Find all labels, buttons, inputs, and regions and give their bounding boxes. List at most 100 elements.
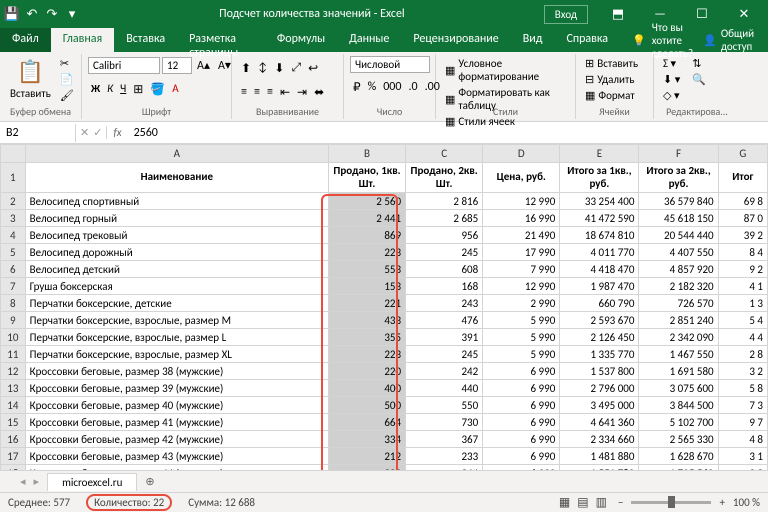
tab-layout[interactable]: Разметка страницы [177,28,265,52]
col-header[interactable]: C [406,145,483,163]
align-bottom[interactable]: ⬇ [271,59,287,78]
tab-view[interactable]: Вид [511,28,555,52]
cell[interactable]: 3 844 500 [639,397,718,414]
cell[interactable]: 2 593 670 [560,312,639,329]
tab-formulas[interactable]: Формулы [265,28,337,52]
ribbon-options-icon[interactable]: ⬒ [598,0,638,28]
cell[interactable]: 3 2 [718,363,767,380]
cell[interactable]: 4 011 770 [560,244,639,261]
cell[interactable]: Велосипед детский [25,261,328,278]
cell[interactable]: 9 2 [718,261,767,278]
comma[interactable]: 000 [380,78,404,97]
tab-file[interactable]: Файл [0,28,51,52]
row-header[interactable]: 11 [1,346,26,363]
underline-button[interactable]: Ч [117,80,129,99]
cell[interactable]: Кроссовки беговые, размер 42 (мужские) [25,431,328,448]
row-header[interactable]: 4 [1,227,26,244]
header-cell[interactable]: Итого за 1кв., руб. [560,163,639,193]
login-button[interactable]: Вход [544,5,588,24]
indent-dec[interactable]: ⇤ [277,83,293,102]
currency[interactable]: ₽ [350,78,364,97]
insert-cell-button[interactable]: ⊞ Вставить [582,56,641,71]
cell[interactable]: 153 [328,278,405,295]
sort-filter-button[interactable]: ⇅ [689,56,709,71]
cell[interactable]: 1 691 580 [639,363,718,380]
cell[interactable]: 726 570 [639,295,718,312]
header-cell[interactable]: Итог [718,163,767,193]
name-box[interactable]: B2 [0,124,76,142]
cell[interactable]: 1 628 670 [639,448,718,465]
header-cell[interactable]: Цена, руб. [483,163,560,193]
cell[interactable]: 1 551 780 [560,465,639,471]
col-header[interactable]: G [718,145,767,163]
cell[interactable]: Груша боксерская [25,278,328,295]
cell[interactable]: 6 990 [483,380,560,397]
inc-dec[interactable]: .0 [405,78,420,97]
cell[interactable]: 4 4 [718,329,767,346]
col-header[interactable]: E [560,145,639,163]
font-color-button[interactable]: A [169,80,181,99]
cell[interactable]: 664 [328,414,405,431]
undo-icon[interactable]: ↶ [24,6,40,22]
qat-more-icon[interactable]: ▾ [64,6,80,22]
cell[interactable]: 2 685 [406,210,483,227]
cell[interactable]: 433 [328,312,405,329]
row-header[interactable]: 2 [1,193,26,210]
cell[interactable]: 242 [406,363,483,380]
cell[interactable]: 4 641 360 [560,414,639,431]
cell[interactable]: 2 796 000 [560,380,639,397]
cell[interactable]: 2 441 [328,210,405,227]
cell[interactable]: 440 [406,380,483,397]
cell[interactable]: 7 990 [483,261,560,278]
cell[interactable]: 1 467 550 [639,346,718,363]
cell[interactable]: Кроссовки беговые, размер 39 (мужские) [25,380,328,397]
cell[interactable]: 3 2 [718,465,767,471]
cell[interactable]: 5 990 [483,346,560,363]
cell[interactable]: 2 990 [483,295,560,312]
row-header[interactable]: 5 [1,244,26,261]
format-cell-button[interactable]: ▦ Формат [582,88,641,103]
increase-font-button[interactable]: A▴ [194,56,213,75]
cell[interactable]: 5 4 [718,312,767,329]
cell[interactable]: 5 8 [718,380,767,397]
cell[interactable]: 7 3 [718,397,767,414]
close-button[interactable]: ✕ [724,0,764,28]
fill-color-button[interactable]: 🪣 [147,80,168,99]
row-header[interactable]: 10 [1,329,26,346]
tell-me[interactable]: 💡Что вы хотите сделать? [620,28,693,52]
cell[interactable]: 1 335 770 [560,346,639,363]
cell[interactable]: 223 [328,244,405,261]
cell[interactable]: 45 618 150 [639,210,718,227]
cell[interactable]: 2 334 660 [560,431,639,448]
cell[interactable]: 6 990 [483,431,560,448]
col-header[interactable]: D [483,145,560,163]
cell[interactable]: Велосипед горный [25,210,328,227]
find-button[interactable]: 🔍 [689,72,709,87]
tab-review[interactable]: Рецензирование [401,28,510,52]
cell[interactable]: 2 816 [406,193,483,210]
row-header[interactable]: 8 [1,295,26,312]
cell[interactable]: Кроссовки беговые, размер 41 (мужские) [25,414,328,431]
cell[interactable]: 2 851 240 [639,312,718,329]
col-header[interactable]: F [639,145,718,163]
view-break[interactable]: ▥ [593,493,610,512]
tab-help[interactable]: Справка [554,28,620,52]
cell[interactable]: 18 674 810 [560,227,639,244]
cell[interactable]: 5 990 [483,312,560,329]
cell[interactable]: 243 [406,295,483,312]
enter-formula[interactable]: ✓ [93,126,102,139]
cell[interactable]: Кроссовки беговые, размер 38 (мужские) [25,363,328,380]
cell[interactable]: 956 [406,227,483,244]
cell[interactable]: 168 [406,278,483,295]
cell[interactable]: 4 407 550 [639,244,718,261]
cell[interactable]: 245 [406,244,483,261]
clear-button[interactable]: ◇ ▾ [660,88,683,103]
cell[interactable]: 6 990 [483,363,560,380]
cell[interactable]: Перчатки боксерские, детские [25,295,328,312]
row-header[interactable]: 3 [1,210,26,227]
cell[interactable]: 1 987 470 [560,278,639,295]
cell[interactable]: Кроссовки беговые, размер 43 (мужские) [25,448,328,465]
view-page[interactable]: ▤ [574,493,591,512]
cell[interactable]: 500 [328,397,405,414]
cell[interactable]: 4 857 920 [639,261,718,278]
